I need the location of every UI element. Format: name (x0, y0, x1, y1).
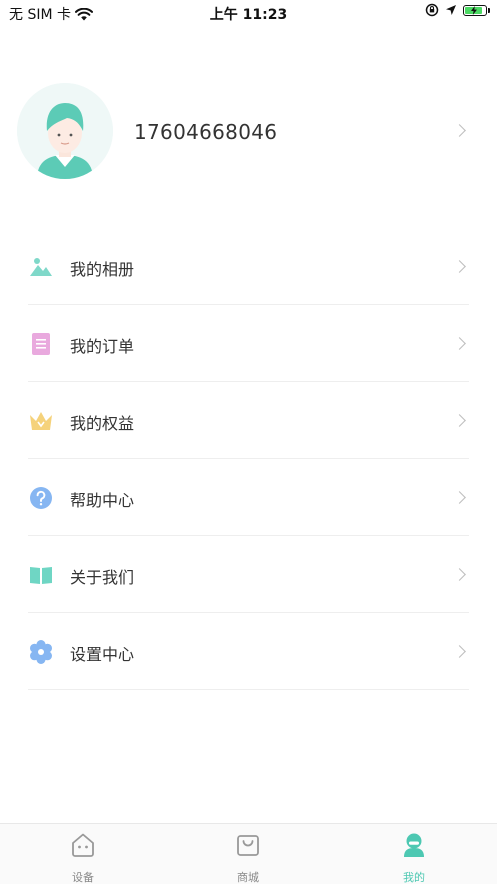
menu-item-album[interactable]: 我的相册 (0, 228, 497, 305)
order-list-icon (32, 333, 50, 355)
user-avatar-icon (17, 83, 113, 179)
location-arrow-icon (446, 5, 456, 15)
profile-header[interactable]: 17604668046 (0, 80, 497, 184)
divider (28, 689, 469, 690)
battery-icon (463, 4, 490, 16)
book-icon (30, 567, 52, 584)
menu-item-help[interactable]: 帮助中心 (0, 459, 497, 536)
tab-mall[interactable]: 商城 (208, 832, 288, 885)
bottom-tab-bar: 设备 商城 我的 (0, 823, 497, 884)
chevron-right-icon (453, 491, 466, 504)
menu-item-settings[interactable]: 设置中心 (0, 613, 497, 690)
profile-user-icon (404, 833, 424, 857)
crown-icon (30, 412, 52, 430)
menu-item-label: 我的相册 (70, 260, 135, 279)
status-bar: 无 SIM 卡 上午 11:23 (0, 0, 497, 26)
menu-item-label: 我的订单 (70, 337, 135, 356)
menu-item-about[interactable]: 关于我们 (0, 536, 497, 613)
status-right (425, 3, 490, 17)
device-home-icon (72, 833, 94, 857)
menu-item-benefits[interactable]: 我的权益 (0, 382, 497, 459)
help-question-icon (30, 487, 52, 509)
menu-item-label: 我的权益 (70, 414, 135, 433)
tab-device[interactable]: 设备 (43, 832, 123, 885)
settings-flower-icon (30, 640, 52, 664)
menu-item-label: 设置中心 (70, 645, 135, 664)
chevron-right-icon (453, 124, 466, 137)
chevron-right-icon (453, 414, 466, 427)
chevron-right-icon (453, 645, 466, 658)
clock: 上午 11:23 (209, 7, 288, 23)
user-phone-number: 17604668046 (134, 120, 278, 144)
shopping-bag-icon (237, 835, 259, 856)
menu-item-label: 关于我们 (70, 568, 135, 587)
rotation-lock-icon (425, 3, 439, 17)
chevron-right-icon (453, 260, 466, 273)
photo-album-icon (30, 258, 52, 276)
tab-mine[interactable]: 我的 (374, 832, 454, 885)
menu-list: 我的相册 我的订单 我的权益 帮助中心 关于我们 设置中心 (0, 228, 497, 690)
avatar[interactable] (17, 83, 113, 179)
chevron-right-icon (453, 337, 466, 350)
menu-item-orders[interactable]: 我的订单 (0, 305, 497, 382)
chevron-right-icon (453, 568, 466, 581)
menu-item-label: 帮助中心 (70, 491, 135, 510)
